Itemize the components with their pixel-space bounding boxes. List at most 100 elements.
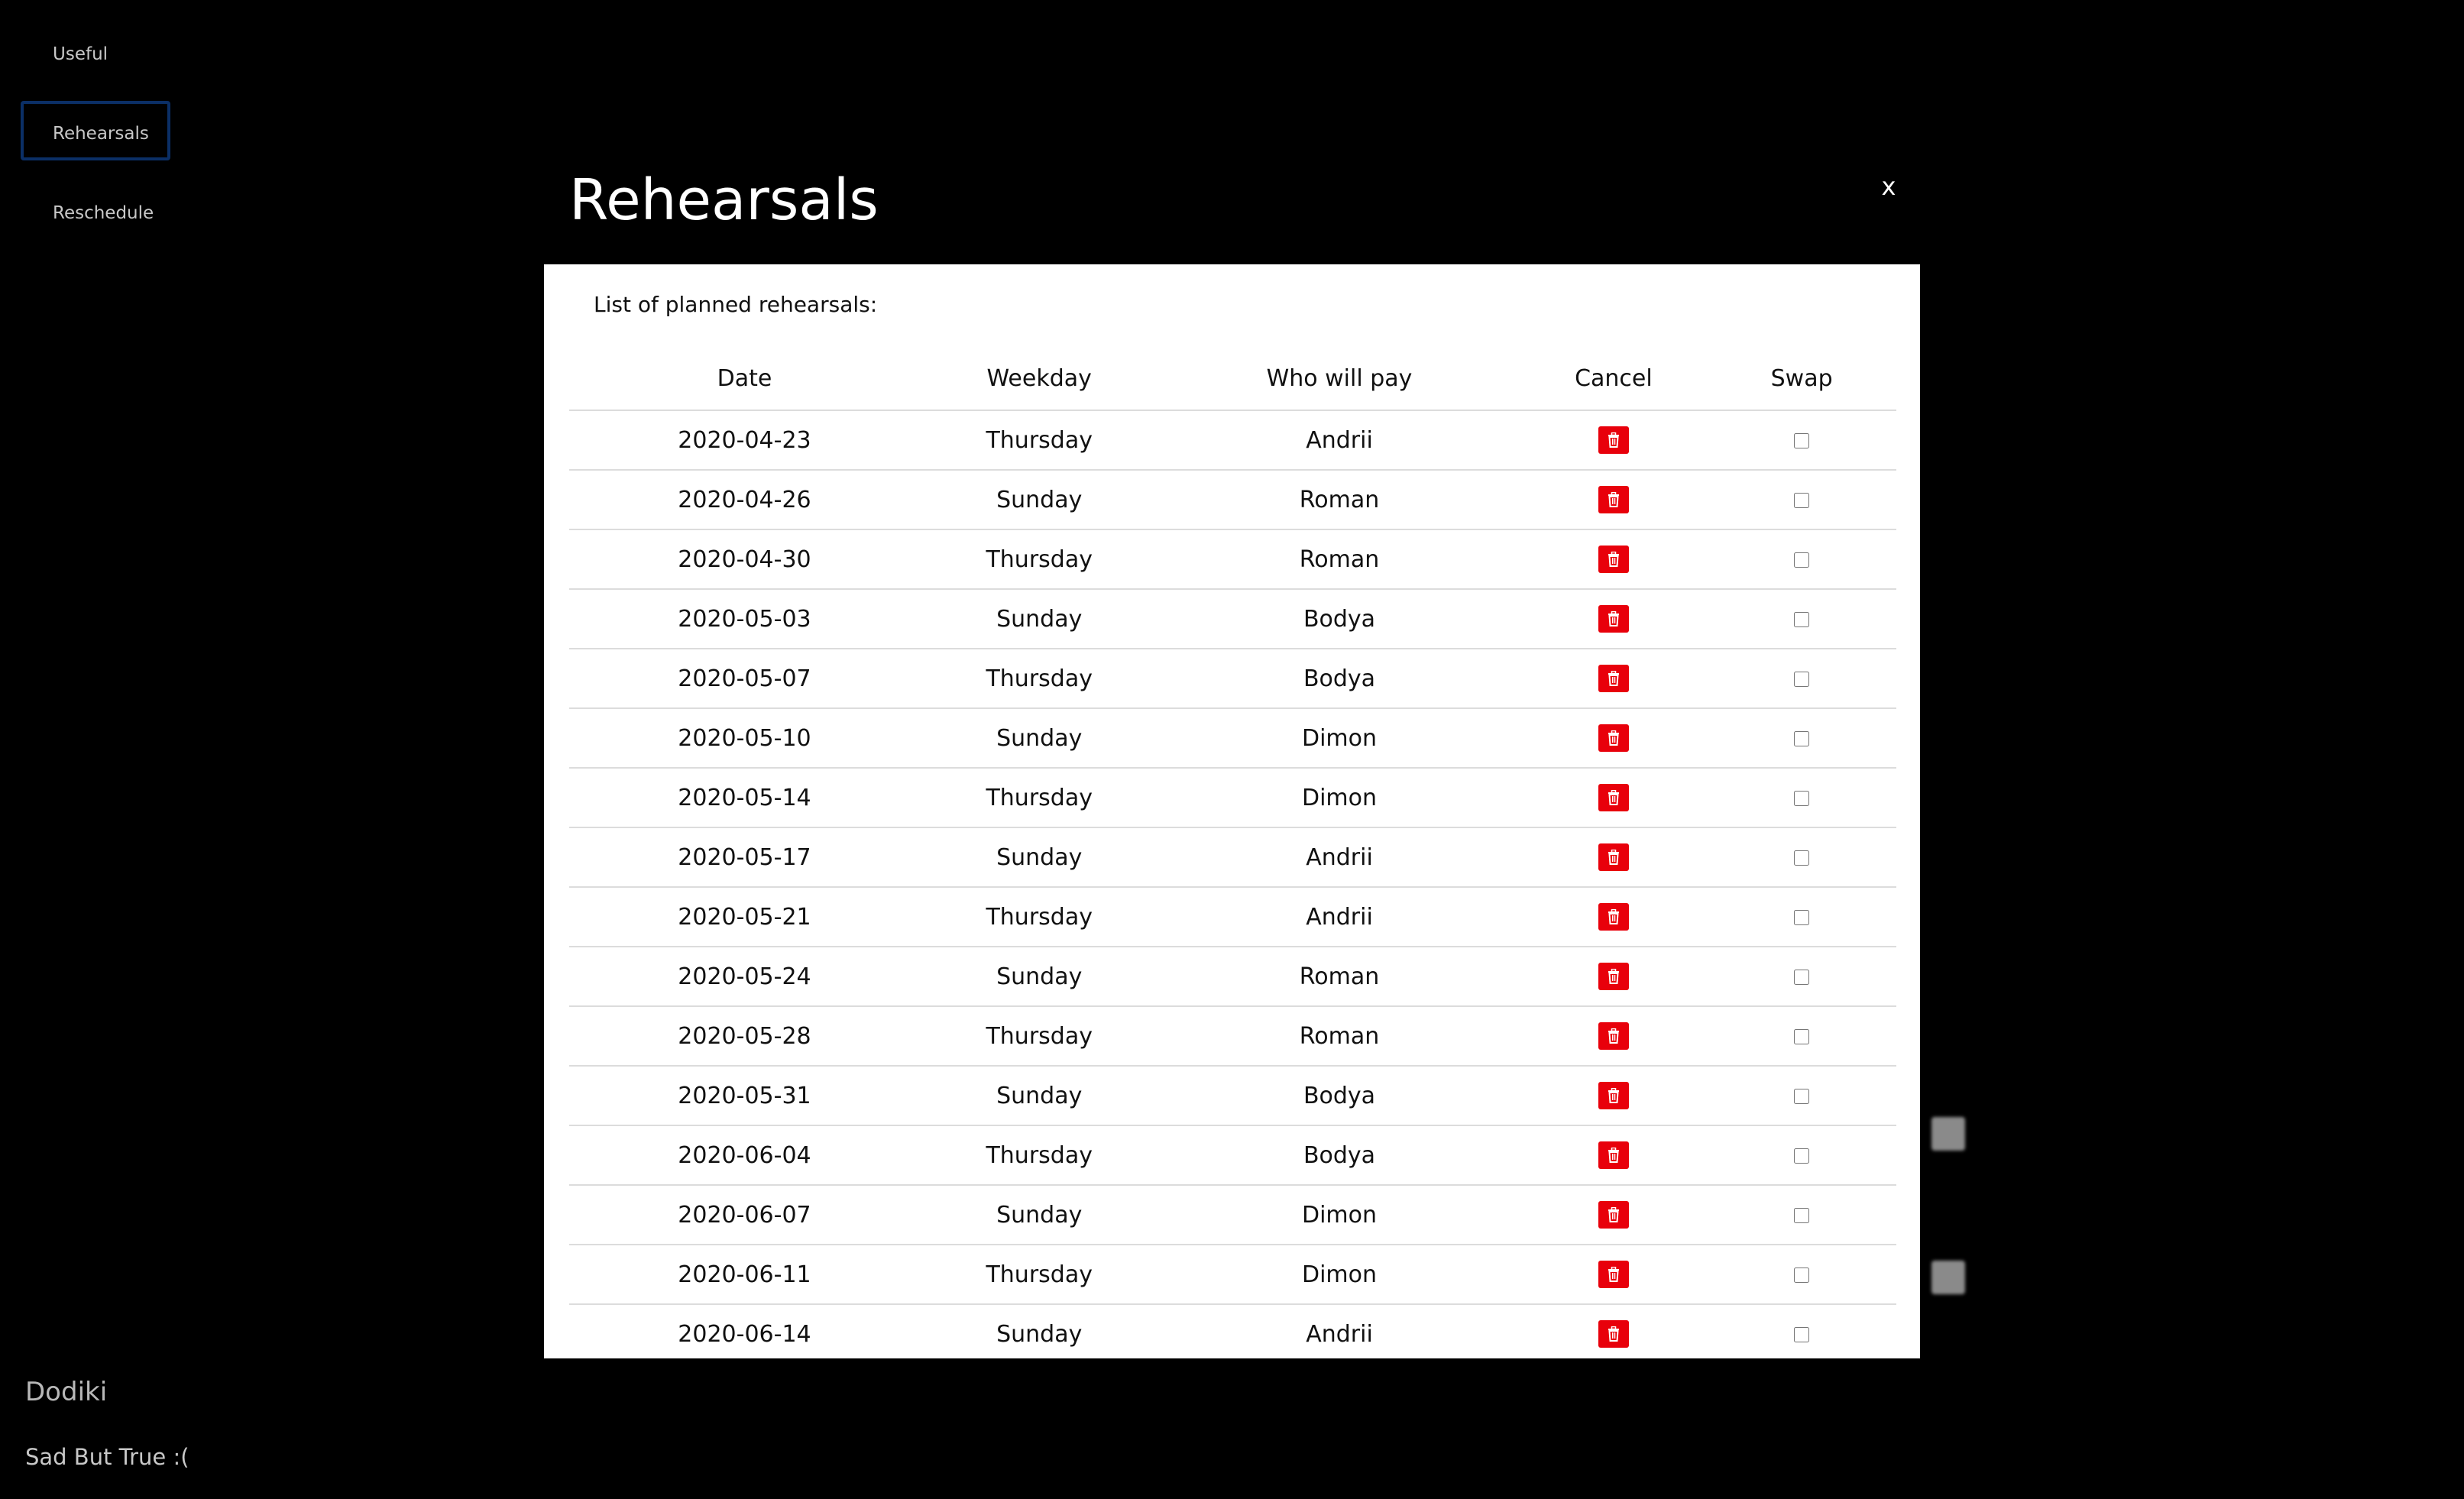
- cell-payer: Dimon: [1158, 1245, 1520, 1305]
- delete-button[interactable]: [1598, 1082, 1629, 1110]
- cell-weekday: Sunday: [919, 708, 1159, 769]
- swap-checkbox[interactable]: [1794, 1327, 1810, 1342]
- cell-weekday: Thursday: [919, 887, 1159, 947]
- swap-checkbox[interactable]: [1794, 791, 1810, 806]
- delete-button[interactable]: [1598, 546, 1629, 574]
- cell-cancel: [1520, 947, 1708, 1007]
- cell-date: 2020-04-30: [569, 529, 920, 590]
- cell-date: 2020-05-07: [569, 649, 920, 709]
- cell-date: 2020-06-07: [569, 1185, 920, 1245]
- delete-button[interactable]: [1598, 1201, 1629, 1229]
- cell-payer: Andrii: [1158, 887, 1520, 947]
- cell-swap: [1707, 470, 1896, 530]
- cell-swap: [1707, 589, 1896, 649]
- cell-weekday: Thursday: [919, 529, 1159, 590]
- cell-swap: [1707, 1006, 1896, 1067]
- delete-button[interactable]: [1598, 963, 1629, 991]
- cell-cancel: [1520, 827, 1708, 888]
- swap-checkbox[interactable]: [1794, 731, 1810, 746]
- rehearsals-table: Date Weekday Who will pay Cancel Swap 20…: [569, 347, 1896, 1358]
- cell-cancel: [1520, 1304, 1707, 1358]
- cell-cancel: [1520, 470, 1708, 530]
- table-row: 2020-06-14 Sunday Andrii: [569, 1304, 1896, 1358]
- delete-button[interactable]: [1598, 426, 1629, 455]
- sidebar-item-rehearsals[interactable]: Rehearsals: [21, 101, 170, 160]
- cell-weekday: Thursday: [919, 1125, 1159, 1186]
- sidebar-item-useful[interactable]: Useful: [21, 21, 170, 81]
- cell-cancel: [1520, 1125, 1708, 1186]
- cell-payer: Roman: [1158, 470, 1520, 530]
- swap-checkbox[interactable]: [1794, 493, 1810, 508]
- cell-weekday: Sunday: [919, 589, 1159, 649]
- cell-date: 2020-04-23: [569, 410, 920, 471]
- cell-payer: Bodya: [1158, 589, 1520, 649]
- swap-checkbox[interactable]: [1794, 1029, 1810, 1044]
- swap-checkbox[interactable]: [1794, 1268, 1810, 1283]
- cell-weekday: Thursday: [919, 410, 1159, 471]
- cell-cancel: [1520, 1185, 1708, 1245]
- cell-swap: [1707, 649, 1896, 709]
- cell-date: 2020-06-11: [569, 1245, 920, 1305]
- table-row: 2020-05-28 Thursday Roman: [569, 1006, 1896, 1067]
- delete-button[interactable]: [1598, 724, 1629, 753]
- table-row: 2020-05-24 Sunday Roman: [569, 947, 1896, 1007]
- cell-date: 2020-04-26: [569, 470, 920, 530]
- swap-checkbox[interactable]: [1794, 850, 1810, 866]
- swap-checkbox[interactable]: [1794, 612, 1810, 627]
- modal-body: List of planned rehearsals: Date Weekday…: [544, 264, 1920, 1358]
- rehearsals-table-body: 2020-04-23 Thursday Andrii 2020-04-26 Sunday…: [569, 410, 1896, 1358]
- swap-checkbox[interactable]: [1794, 433, 1810, 448]
- table-header-row: Date Weekday Who will pay Cancel Swap: [569, 347, 1896, 411]
- cell-payer: Andrii: [1158, 410, 1520, 471]
- cell-payer: Roman: [1158, 529, 1520, 590]
- swap-checkbox[interactable]: [1794, 1148, 1810, 1164]
- sidebar: Useful Rehearsals Reschedule Dodiki Sad …: [0, 0, 229, 1499]
- delete-button[interactable]: [1598, 1141, 1629, 1170]
- column-header-cancel: Cancel: [1520, 347, 1708, 411]
- delete-button[interactable]: [1598, 1261, 1629, 1289]
- table-row: 2020-04-23 Thursday Andrii: [569, 410, 1896, 471]
- delete-button[interactable]: [1598, 665, 1629, 693]
- swap-checkbox[interactable]: [1794, 552, 1810, 568]
- table-row: 2020-04-26 Sunday Roman: [569, 470, 1896, 530]
- cell-weekday: Sunday: [919, 470, 1159, 530]
- table-row: 2020-06-07 Sunday Dimon: [569, 1185, 1896, 1245]
- cell-date: 2020-05-21: [569, 887, 920, 947]
- delete-button[interactable]: [1598, 486, 1629, 514]
- cell-swap: [1707, 529, 1896, 590]
- swap-checkbox[interactable]: [1794, 1089, 1810, 1104]
- column-header-swap: Swap: [1707, 347, 1896, 411]
- cell-date: 2020-05-24: [569, 947, 920, 1007]
- table-row: 2020-05-14 Thursday Dimon: [569, 768, 1896, 828]
- delete-button[interactable]: [1598, 1320, 1629, 1348]
- table-row: 2020-05-17 Sunday Andrii: [569, 827, 1896, 888]
- close-button[interactable]: x: [1872, 167, 1905, 206]
- cell-weekday: Thursday: [919, 649, 1159, 709]
- delete-button[interactable]: [1598, 1022, 1629, 1051]
- column-header-payer: Who will pay: [1158, 347, 1520, 411]
- cell-swap: [1707, 1245, 1896, 1305]
- delete-button[interactable]: [1598, 784, 1629, 812]
- delete-button[interactable]: [1598, 903, 1629, 931]
- cell-payer: Dimon: [1158, 1185, 1520, 1245]
- cell-weekday: Thursday: [919, 1245, 1159, 1305]
- band-name: Dodiki: [25, 1377, 108, 1407]
- sidebar-item-reschedule[interactable]: Reschedule: [21, 180, 170, 240]
- swap-checkbox[interactable]: [1794, 1208, 1810, 1223]
- table-row: 2020-05-07 Thursday Bodya: [569, 649, 1896, 709]
- modal-caption: List of planned rehearsals:: [594, 292, 878, 317]
- cell-date: 2020-06-04: [569, 1125, 920, 1186]
- swap-checkbox[interactable]: [1794, 672, 1810, 687]
- cell-swap: [1707, 827, 1896, 888]
- cell-swap: [1707, 1066, 1896, 1126]
- swap-checkbox[interactable]: [1794, 970, 1810, 985]
- band-tagline: Sad But True :(: [25, 1444, 189, 1470]
- cell-cancel: [1520, 589, 1708, 649]
- delete-button[interactable]: [1598, 843, 1629, 872]
- column-header-date: Date: [569, 347, 920, 411]
- table-row: 2020-06-11 Thursday Dimon: [569, 1245, 1896, 1305]
- delete-button[interactable]: [1598, 605, 1629, 633]
- swap-checkbox[interactable]: [1794, 910, 1810, 925]
- cell-swap: [1707, 768, 1896, 828]
- table-row: 2020-05-03 Sunday Bodya: [569, 589, 1896, 649]
